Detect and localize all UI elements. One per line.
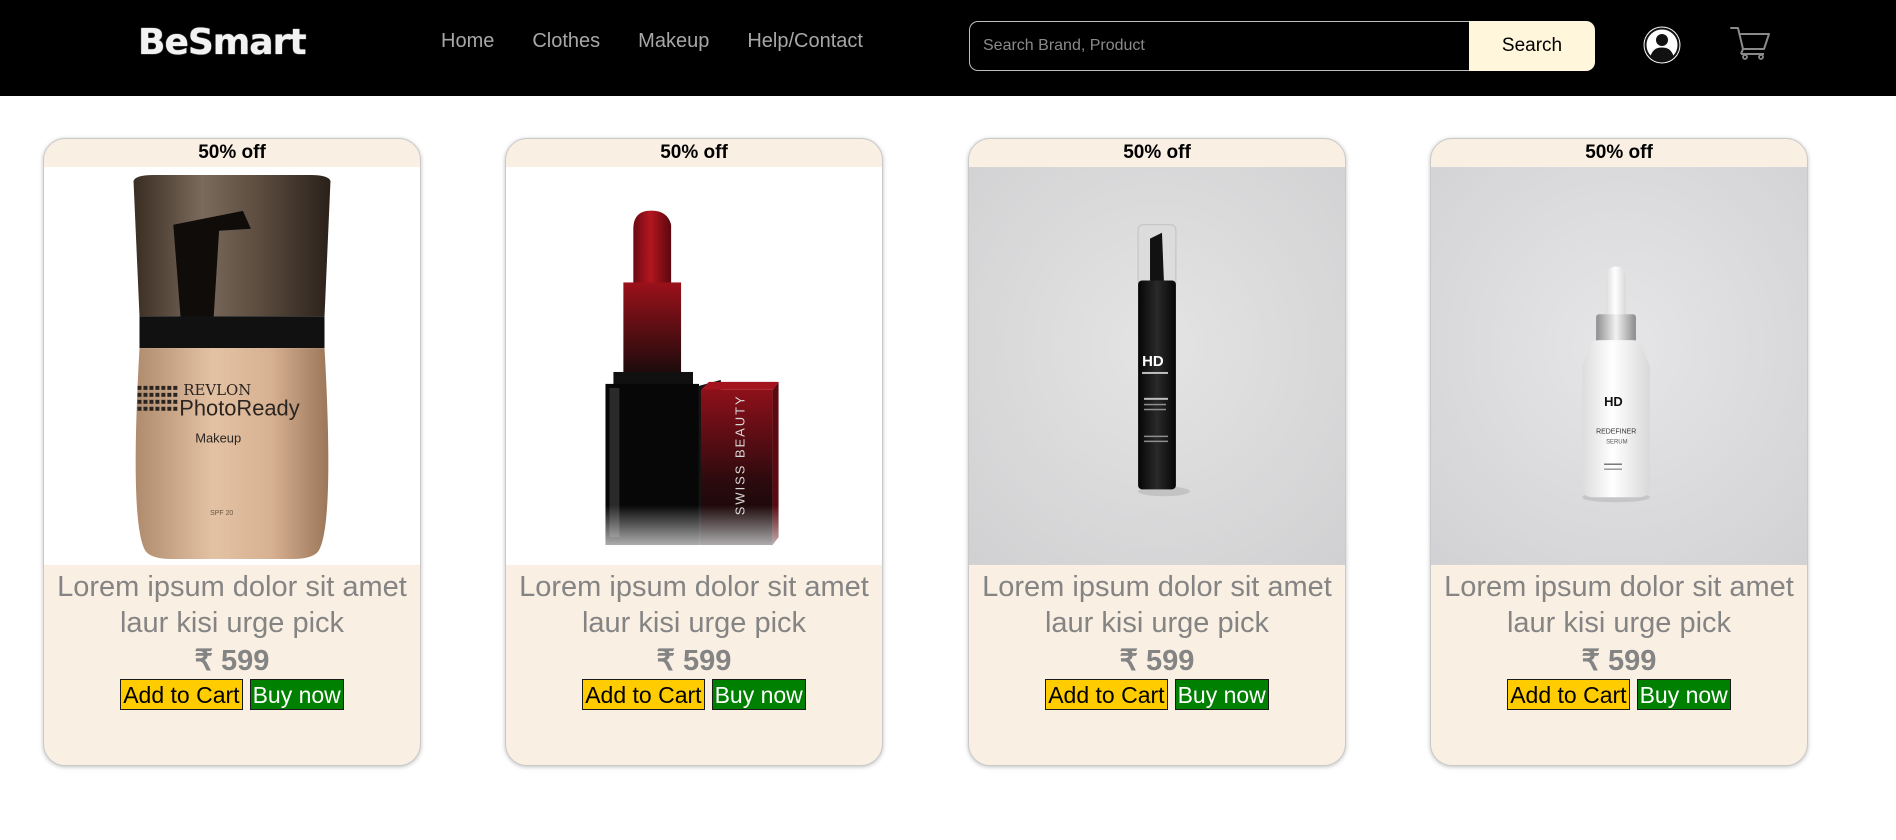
- product-card: 50% off: [43, 138, 421, 766]
- search-input[interactable]: [969, 21, 1469, 71]
- label-product: REDEFINER: [1596, 429, 1636, 436]
- product-title: Lorem ipsum dolor sit amet laur kisi urg…: [519, 571, 869, 639]
- product-title: Lorem ipsum dolor sit amet laur kisi urg…: [1444, 571, 1794, 639]
- search-button[interactable]: Search: [1469, 21, 1595, 71]
- label-type: Makeup: [195, 431, 241, 446]
- product-image-hd-pen[interactable]: HD: [969, 166, 1345, 566]
- buy-now-button[interactable]: Buy now: [249, 679, 344, 710]
- product-card: 50% off: [505, 138, 883, 766]
- discount-badge: 50% off: [1123, 142, 1191, 163]
- product-actions: Add to Cart Buy now: [969, 679, 1345, 710]
- add-to-cart-button[interactable]: Add to Cart: [582, 679, 705, 710]
- product-image-foundation[interactable]: REVLON PhotoReady Makeup SPF 20: [44, 166, 420, 566]
- buy-now-button[interactable]: Buy now: [1636, 679, 1731, 710]
- product-price: ₹ 599: [1119, 645, 1195, 677]
- nav-home[interactable]: Home: [441, 30, 494, 53]
- product-card: 50% off HD Lorem ipsum dolor sit amet la…: [968, 138, 1346, 766]
- label-brand: SWISS BEAUTY: [733, 394, 748, 515]
- add-to-cart-button[interactable]: Add to Cart: [120, 679, 243, 710]
- add-to-cart-button[interactable]: Add to Cart: [1507, 679, 1630, 710]
- product-actions: Add to Cart Buy now: [1431, 679, 1807, 710]
- product-price: ₹ 599: [656, 645, 732, 677]
- label-product: PhotoReady: [179, 396, 299, 421]
- discount-badge: 50% off: [660, 142, 728, 163]
- product-actions: Add to Cart Buy now: [44, 679, 420, 710]
- label-brand: HD: [1142, 353, 1164, 370]
- nav-clothes[interactable]: Clothes: [532, 30, 600, 53]
- main-nav: Home Clothes Makeup Help/Contact: [441, 30, 863, 53]
- search-bar: Search: [969, 21, 1595, 71]
- nav-help-contact[interactable]: Help/Contact: [747, 30, 863, 53]
- label-type: SERUM: [1606, 440, 1628, 446]
- product-title: Lorem ipsum dolor sit amet laur kisi urg…: [57, 571, 407, 639]
- buy-now-button[interactable]: Buy now: [1174, 679, 1269, 710]
- product-actions: Add to Cart Buy now: [506, 679, 882, 710]
- site-header: BeSmart Home Clothes Makeup Help/Contact…: [0, 0, 1896, 96]
- discount-badge: 50% off: [198, 142, 266, 163]
- discount-badge: 50% off: [1585, 142, 1653, 163]
- product-image-lipstick[interactable]: SWISS BEAUTY: [506, 166, 882, 566]
- brand-logo[interactable]: BeSmart: [138, 22, 307, 63]
- nav-makeup[interactable]: Makeup: [638, 30, 709, 53]
- product-card: 50% off: [1430, 138, 1808, 766]
- product-price: ₹ 599: [1581, 645, 1657, 677]
- shopping-cart-icon[interactable]: [1730, 25, 1772, 61]
- user-circle-icon[interactable]: [1643, 26, 1681, 64]
- add-to-cart-button[interactable]: Add to Cart: [1045, 679, 1168, 710]
- label-spf: SPF 20: [210, 510, 233, 517]
- product-price: ₹ 599: [194, 645, 270, 677]
- product-title: Lorem ipsum dolor sit amet laur kisi urg…: [982, 571, 1332, 639]
- product-image-serum[interactable]: HD REDEFINER SERUM: [1431, 166, 1807, 566]
- label-brand: HD: [1604, 394, 1623, 409]
- buy-now-button[interactable]: Buy now: [711, 679, 806, 710]
